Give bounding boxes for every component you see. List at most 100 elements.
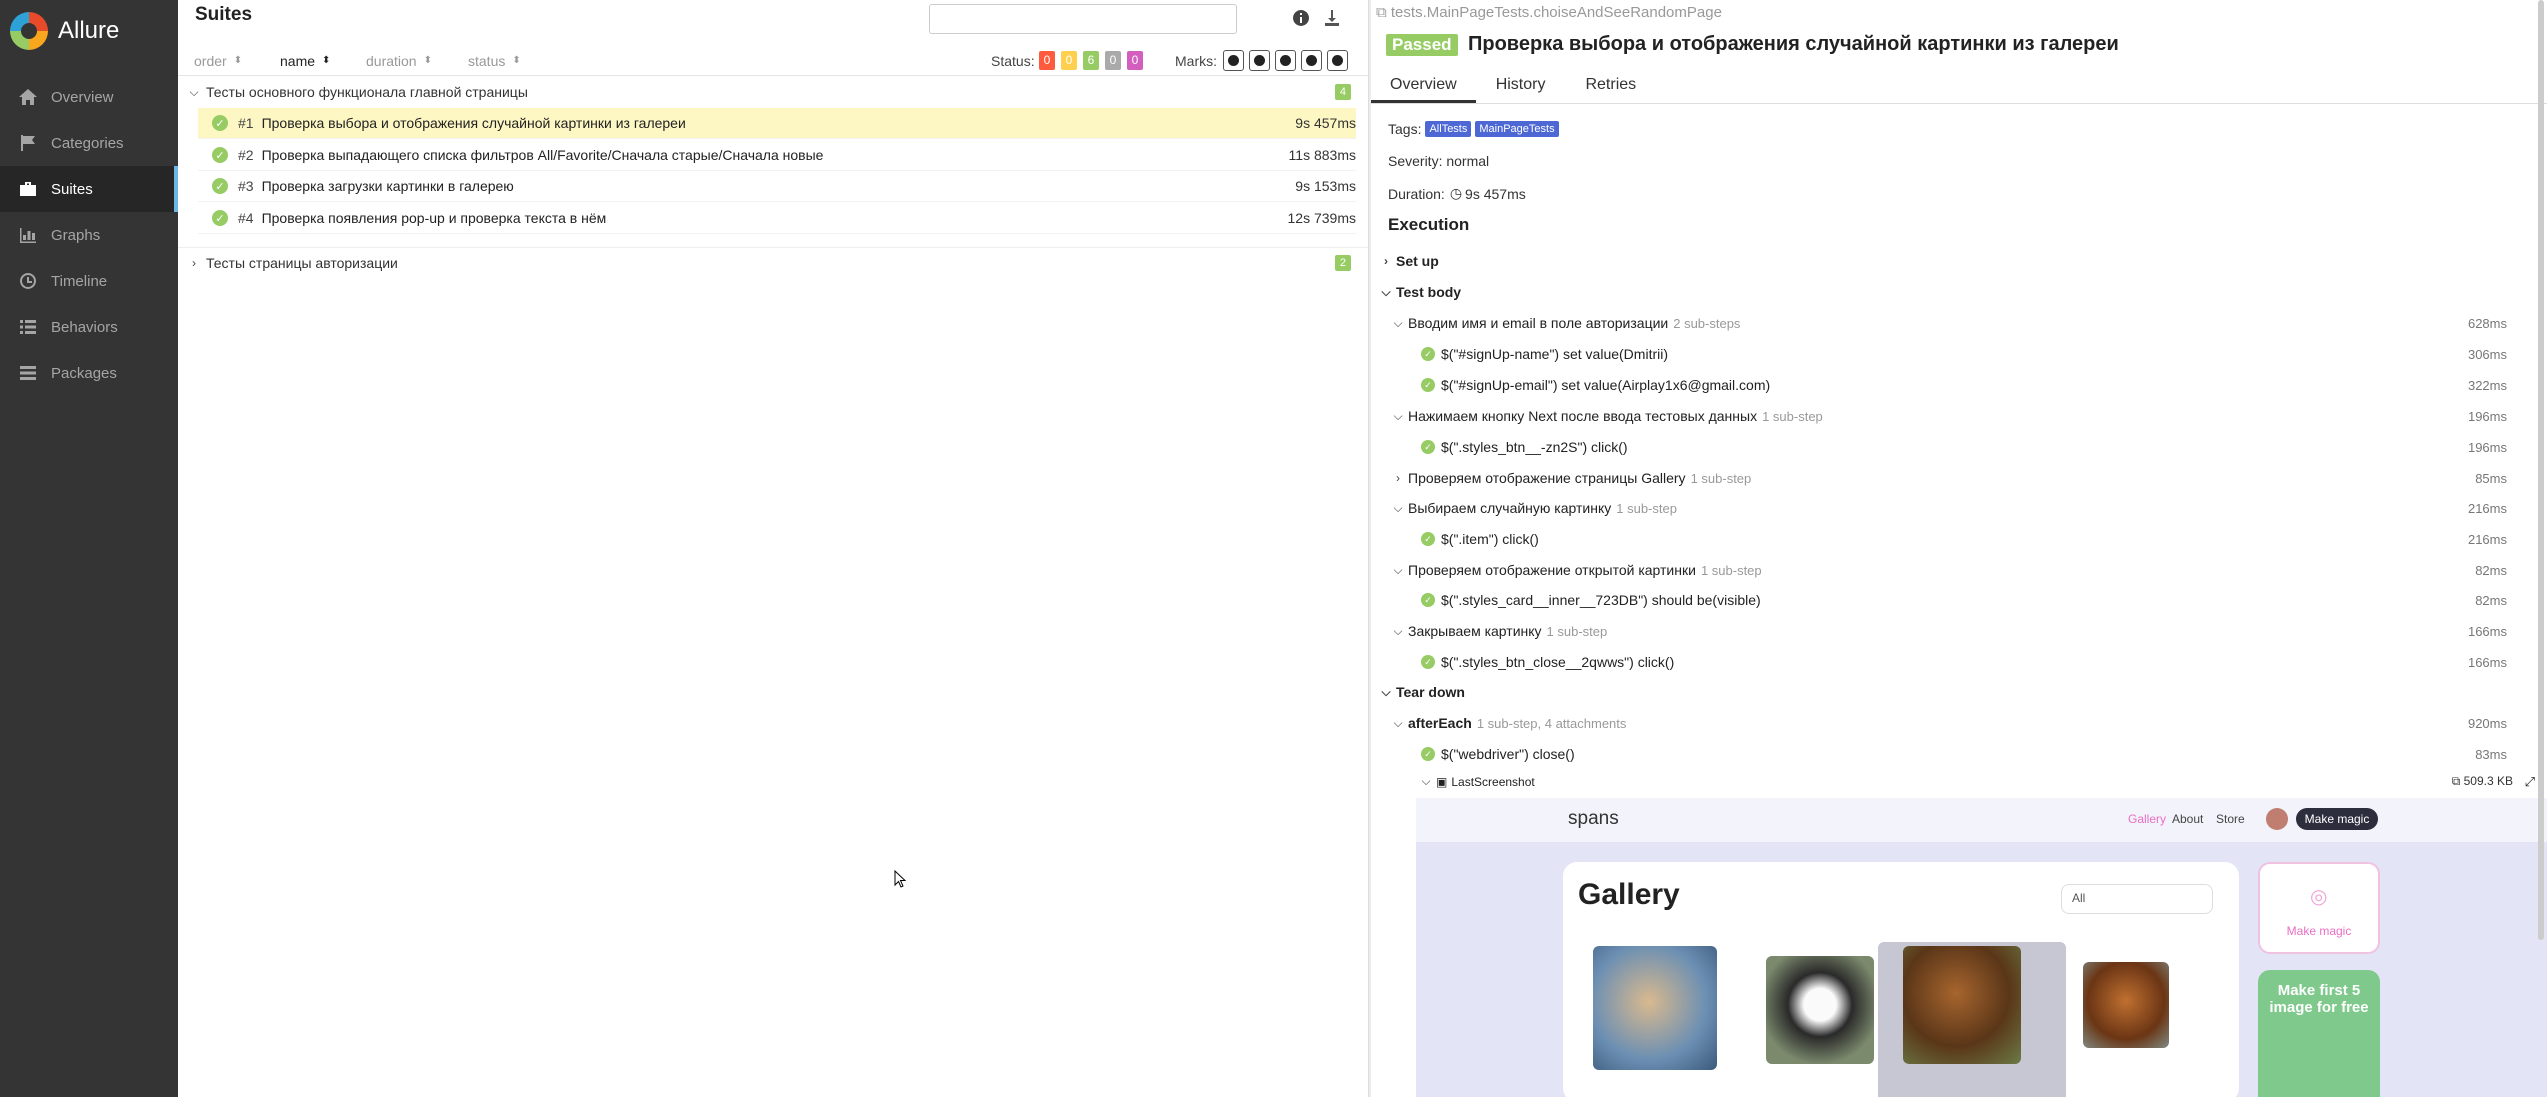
- sidebar-item-label: Packages: [51, 364, 117, 382]
- step-row[interactable]: ✓ $(".styles_btn_close__2qwws") click() 16…: [1421, 654, 2527, 670]
- test-name: Проверка выбора и отображения случайной …: [261, 115, 686, 131]
- sidebar-item-label: Categories: [51, 134, 124, 152]
- test-body-section[interactable]: ⌵ Test body: [1381, 284, 1461, 300]
- sidebar-item-suites[interactable]: Suites: [0, 166, 178, 212]
- step-duration: 166ms: [2467, 654, 2507, 670]
- sort-name-label: name: [280, 52, 316, 69]
- step-duration: 82ms: [2475, 562, 2507, 578]
- table-row[interactable]: ✓ #3 Проверка загрузки картинки в галере…: [198, 171, 1356, 202]
- mark-flaky-icon[interactable]: [1223, 50, 1244, 71]
- passed-status-icon: ✓: [1421, 378, 1435, 392]
- screenshot-make-magic-card: ◎ Make magic: [2258, 862, 2380, 954]
- table-row[interactable]: ✓ #1 Проверка выбора и отображения случа…: [198, 108, 1356, 139]
- status-count-broken[interactable]: 0: [1061, 51, 1077, 70]
- allure-logo: [10, 12, 48, 50]
- status-count-unknown[interactable]: 0: [1127, 51, 1143, 70]
- test-title: Проверка выбора и отображения случайной …: [1468, 33, 2119, 55]
- step-row[interactable]: ✓ $(".styles_card__inner__723DB") should …: [1421, 592, 2527, 608]
- screenshot-navbar: spans Gallery About Store Make magic: [1416, 798, 2547, 842]
- table-row[interactable]: ✓ #4 Проверка появления pop-up и проверк…: [198, 203, 1356, 234]
- step-row[interactable]: ⌵ Нажимаем кнопку Next после ввода тестов…: [1393, 408, 2527, 424]
- status-count-skipped[interactable]: 0: [1105, 51, 1121, 70]
- search-input[interactable]: [929, 4, 1237, 34]
- duration-value: 9s 457ms: [1465, 185, 1526, 202]
- sort-duration[interactable]: duration ⬍: [366, 53, 432, 69]
- chevron-down-icon: ⌵: [1381, 284, 1391, 299]
- flag-icon: [17, 134, 39, 152]
- setup-label: Set up: [1396, 253, 1439, 269]
- expand-icon[interactable]: ⤢: [2525, 774, 2535, 790]
- copy-icon[interactable]: ⧉: [1376, 4, 1387, 21]
- list-icon: [17, 318, 39, 336]
- mark-retries-icon[interactable]: [1327, 50, 1348, 71]
- brand[interactable]: Allure: [0, 0, 178, 62]
- passed-status-icon: ✓: [1421, 532, 1435, 546]
- sidebar-item-label: Graphs: [51, 226, 101, 244]
- step-name: $("#signUp-name") set value(Dmitrii): [1441, 346, 1669, 362]
- after-each-row[interactable]: ⌵ afterEach 1 sub-step, 4 attachments 920ms: [1393, 715, 2527, 731]
- step-name: $("#signUp-email") set value(Airplay1x6@…: [1441, 377, 1771, 393]
- table-row[interactable]: ✓ #2 Проверка выпадающего списка фильтро…: [198, 140, 1356, 171]
- suite-group-name: Тесты страницы авторизации: [206, 254, 398, 271]
- setup-section[interactable]: › Set up: [1381, 253, 1439, 269]
- sidebar-item-overview[interactable]: Overview: [0, 74, 178, 120]
- suite-group[interactable]: ⌵ Тесты основного функционала главной ст…: [178, 77, 1368, 107]
- passed-status-icon: ✓: [212, 210, 228, 226]
- sort-arrows-icon: ⬍: [322, 54, 331, 66]
- suite-group-name: Тесты основного функционала главной стра…: [206, 84, 528, 100]
- tab-history[interactable]: History: [1476, 68, 1566, 103]
- step-row[interactable]: › Проверяем отображение страницы Gallery 1…: [1393, 470, 2527, 486]
- step-name: Проверяем отображение страницы Gallery: [1408, 470, 1686, 486]
- teardown-section[interactable]: ⌵ Tear down: [1381, 684, 1465, 700]
- status-count-passed[interactable]: 6: [1083, 51, 1099, 70]
- tab-retries[interactable]: Retries: [1565, 68, 1656, 103]
- attachment-row[interactable]: ⌵ ▣ LastScreenshot ⧉ 509.3 KB ⤢: [1421, 774, 2547, 789]
- mark-new-failed-icon[interactable]: [1249, 50, 1270, 71]
- sort-order[interactable]: order ⬍: [194, 53, 242, 69]
- scrollbar[interactable]: [2538, 0, 2544, 940]
- sidebar-item-categories[interactable]: Categories: [0, 120, 178, 166]
- sort-name[interactable]: name ⬍: [280, 53, 330, 69]
- chevron-down-icon: ⌵: [1393, 408, 1403, 423]
- screenshot-link-gallery: Gallery: [2128, 812, 2167, 826]
- sort-order-label: order: [194, 52, 227, 69]
- sort-status[interactable]: status ⬍: [468, 53, 521, 69]
- info-icon[interactable]: [1289, 6, 1313, 30]
- step-name: $(".item") click(): [1441, 531, 1539, 547]
- sidebar-item-behaviors[interactable]: Behaviors: [0, 304, 178, 350]
- step-row[interactable]: ⌵ Вводим имя и email в поле авторизации 2 …: [1393, 315, 2527, 331]
- screenshot-logo: spans: [1568, 808, 1619, 829]
- passed-status-icon: ✓: [1421, 747, 1435, 761]
- suite-group[interactable]: › Тесты страницы авторизации 2: [178, 247, 1368, 277]
- sidebar-item-packages[interactable]: Packages: [0, 350, 178, 396]
- download-icon[interactable]: [1320, 6, 1344, 30]
- suite-group-count: 2: [1334, 254, 1351, 271]
- stack-icon: [17, 364, 39, 382]
- step-row[interactable]: ⌵ Проверяем отображение открытой картинки…: [1393, 562, 2527, 578]
- step-name: $("webdriver") close(): [1441, 746, 1575, 762]
- tab-overview[interactable]: Overview: [1371, 68, 1476, 103]
- status-filter-counts: 0 0 6 0 0: [1039, 51, 1149, 70]
- suite-group-count: 4: [1334, 84, 1351, 100]
- step-duration: 166ms: [2467, 623, 2507, 639]
- mark-new-broken-icon[interactable]: [1301, 50, 1322, 71]
- sidebar-item-graphs[interactable]: Graphs: [0, 212, 178, 258]
- step-row[interactable]: ✓ $(".item") click() 216ms: [1421, 531, 2527, 547]
- sidebar-item-label: Behaviors: [51, 318, 118, 336]
- step-row[interactable]: ⌵ Закрываем картинку 1 sub-step 166ms: [1393, 623, 2527, 639]
- screenshot-magic-button: Make magic: [2296, 808, 2378, 830]
- screenshot-link-store: Store: [2216, 812, 2245, 826]
- step-row[interactable]: ✓ $(".styles_btn__-zn2S") click() 196ms: [1421, 439, 2527, 455]
- step-row[interactable]: ✓ $("webdriver") close() 83ms: [1421, 746, 2527, 762]
- step-name: Нажимаем кнопку Next после ввода тестовы…: [1408, 408, 1758, 424]
- step-row[interactable]: ✓ $("#signUp-name") set value(Dmitrii) 306…: [1421, 346, 2527, 362]
- chevron-down-icon: ⌵: [1393, 500, 1403, 515]
- step-row[interactable]: ✓ $("#signUp-email") set value(Airplay1x6…: [1421, 377, 2527, 393]
- briefcase-icon: [17, 180, 39, 198]
- chevron-down-icon: ⌵: [189, 84, 199, 99]
- status-count-failed[interactable]: 0: [1039, 51, 1055, 70]
- step-row[interactable]: ⌵ Выбираем случайную картинку 1 sub-step 21…: [1393, 500, 2527, 516]
- sidebar-item-timeline[interactable]: Timeline: [0, 258, 178, 304]
- sidebar-item-label: Timeline: [51, 272, 108, 290]
- mark-new-passed-icon[interactable]: [1275, 50, 1296, 71]
